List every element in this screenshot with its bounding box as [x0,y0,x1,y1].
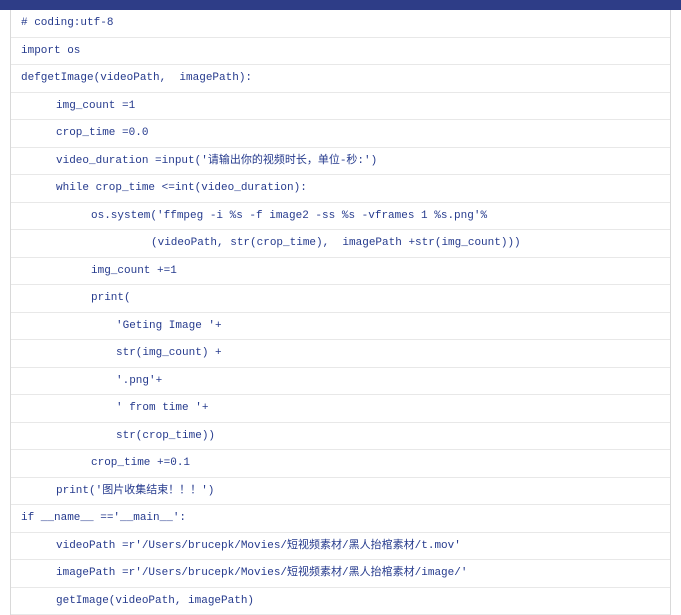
code-line: print( [11,285,670,313]
code-line: ' from time '+ [11,395,670,423]
code-line: getImage(videoPath, imagePath) [11,588,670,615]
code-line: str(img_count) + [11,340,670,368]
code-line: str(crop_time)) [11,423,670,451]
code-line: print('图片收集结束！！！') [11,478,670,506]
code-line: (videoPath, str(crop_time), imagePath +s… [11,230,670,258]
code-line: os.system('ffmpeg -i %s -f image2 -ss %s… [11,203,670,231]
code-line: '.png'+ [11,368,670,396]
code-line: img_count +=1 [11,258,670,286]
code-line: img_count =1 [11,93,670,121]
code-line: if __name__ =='__main__': [11,505,670,533]
code-line: defgetImage(videoPath, imagePath): [11,65,670,93]
code-line: video_duration =input('请输出你的视频时长，单位-秒:') [11,148,670,176]
code-line: crop_time =0.0 [11,120,670,148]
code-block: # coding:utf-8 import os defgetImage(vid… [10,10,671,615]
code-line: 'Geting Image '+ [11,313,670,341]
code-line: videoPath =r'/Users/brucepk/Movies/短视频素材… [11,533,670,561]
code-line: # coding:utf-8 [11,10,670,38]
code-line: import os [11,38,670,66]
top-bar [0,0,681,10]
code-line: while crop_time <=int(video_duration): [11,175,670,203]
code-line: imagePath =r'/Users/brucepk/Movies/短视频素材… [11,560,670,588]
code-line: crop_time +=0.1 [11,450,670,478]
